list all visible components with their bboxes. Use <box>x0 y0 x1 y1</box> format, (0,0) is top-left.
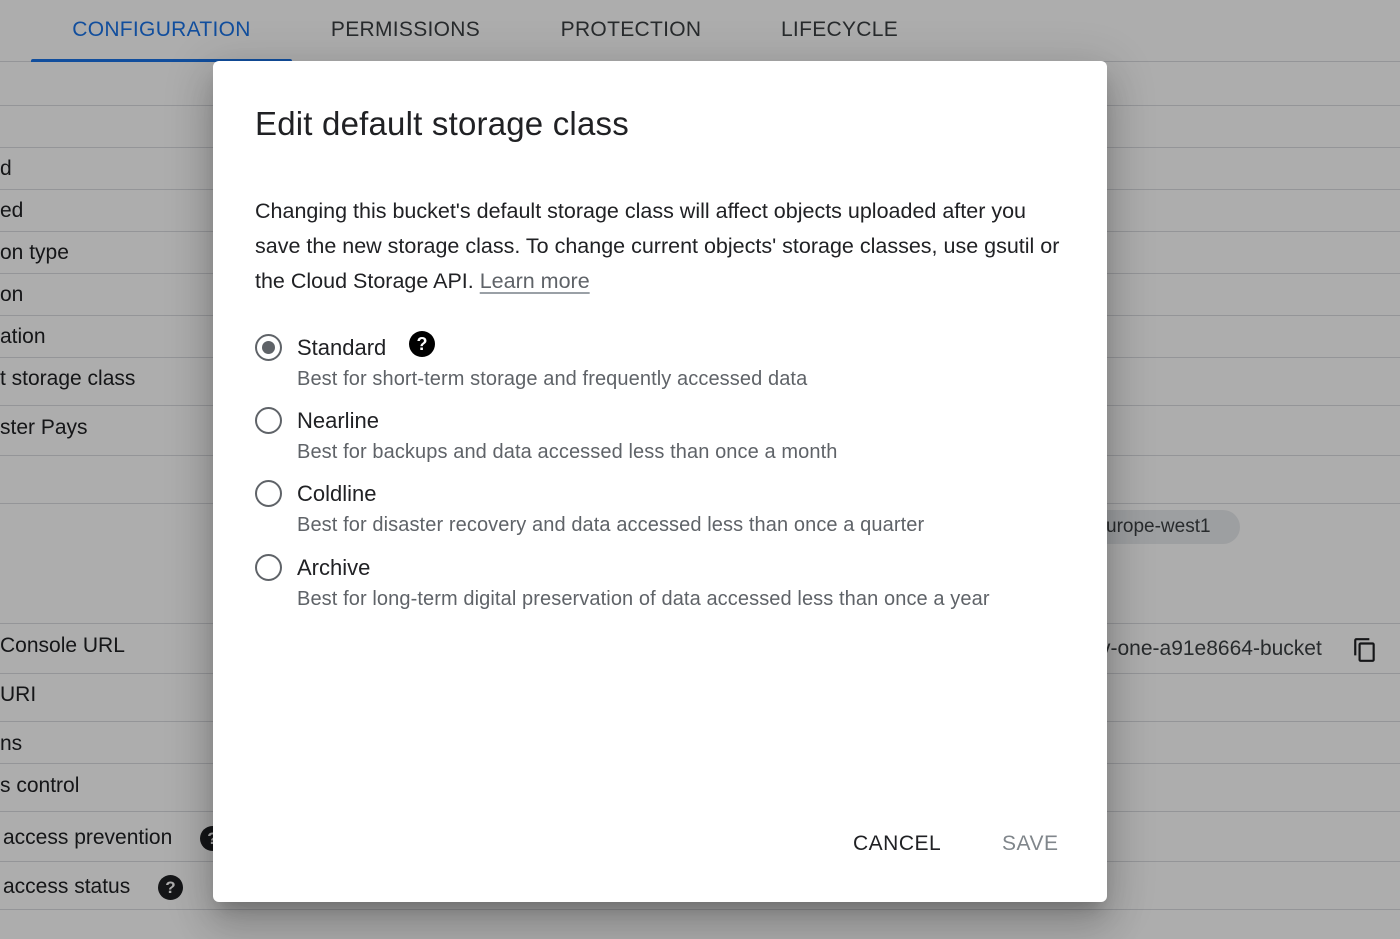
option-description: Best for long-term digital preservation … <box>297 588 990 610</box>
option-description: Best for disaster recovery and data acce… <box>297 514 925 536</box>
option-archive[interactable]: Archive Best for long-term digital prese… <box>255 553 1055 613</box>
description-text: Changing this bucket's default storage c… <box>255 199 1060 293</box>
dialog-title: Edit default storage class <box>255 105 629 142</box>
option-standard[interactable]: Standard ? Best for short-term storage a… <box>255 331 1055 393</box>
save-button[interactable]: SAVE <box>1002 826 1058 862</box>
option-coldline[interactable]: Coldline Best for disaster recovery and … <box>255 479 1055 539</box>
edit-storage-class-dialog: Edit default storage class Changing this… <box>213 61 1107 902</box>
option-description: Best for short-term storage and frequent… <box>297 368 808 390</box>
option-label: Nearline <box>297 408 379 433</box>
radio-nearline[interactable] <box>255 407 282 434</box>
option-nearline[interactable]: Nearline Best for backups and data acces… <box>255 406 1055 466</box>
radio-archive[interactable] <box>255 554 282 581</box>
option-description: Best for backups and data accessed less … <box>297 441 838 463</box>
radio-standard[interactable] <box>255 334 282 361</box>
dialog-description: Changing this bucket's default storage c… <box>255 194 1075 299</box>
option-label: Archive <box>297 555 371 580</box>
option-label: Coldline <box>297 481 377 506</box>
learn-more-link[interactable]: Learn more <box>480 269 590 293</box>
cancel-button[interactable]: CANCEL <box>853 826 941 862</box>
radio-coldline[interactable] <box>255 480 282 507</box>
option-label: Standard <box>297 335 387 360</box>
help-icon[interactable]: ? <box>409 331 435 357</box>
